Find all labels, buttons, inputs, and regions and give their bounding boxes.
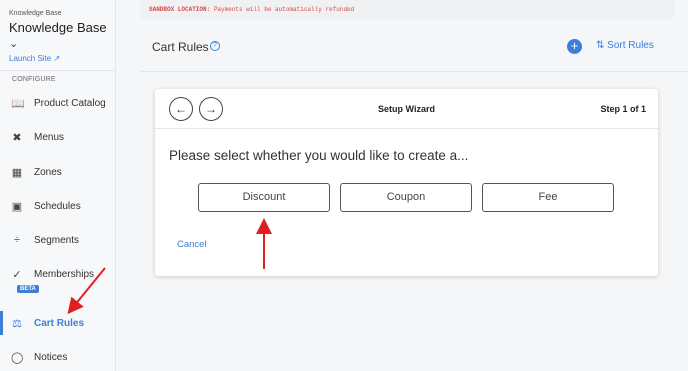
annotation-arrows	[67, 218, 272, 315]
annotation-arrow-cart-rules	[67, 267, 106, 315]
